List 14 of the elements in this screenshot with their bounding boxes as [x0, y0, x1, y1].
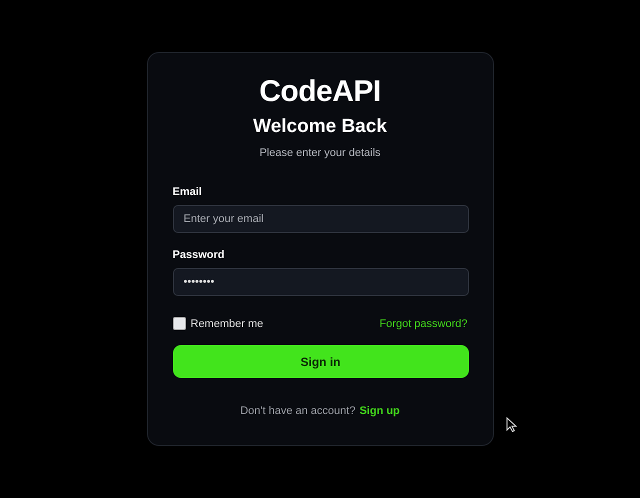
- mouse-pointer-icon: [506, 417, 517, 432]
- email-field[interactable]: Enter your email: [172, 205, 468, 233]
- logo: CodeAPI: [259, 75, 381, 109]
- forgot-password-link[interactable]: Forgot password?: [379, 318, 468, 330]
- remember-label: Remember me: [190, 318, 264, 330]
- footer-text: Don't have an account?: [240, 405, 356, 417]
- field-label: Email: [172, 185, 202, 199]
- remember-checkbox[interactable]: [172, 317, 186, 330]
- sign-up-link[interactable]: Sign up: [359, 405, 400, 417]
- field-label: Password: [172, 248, 224, 262]
- subtitle: Please enter your details: [259, 147, 381, 159]
- password-field[interactable]: ••••••••: [172, 268, 468, 296]
- sign-in-button[interactable]: Sign in: [172, 345, 468, 378]
- page-title: Welcome Back: [253, 115, 387, 139]
